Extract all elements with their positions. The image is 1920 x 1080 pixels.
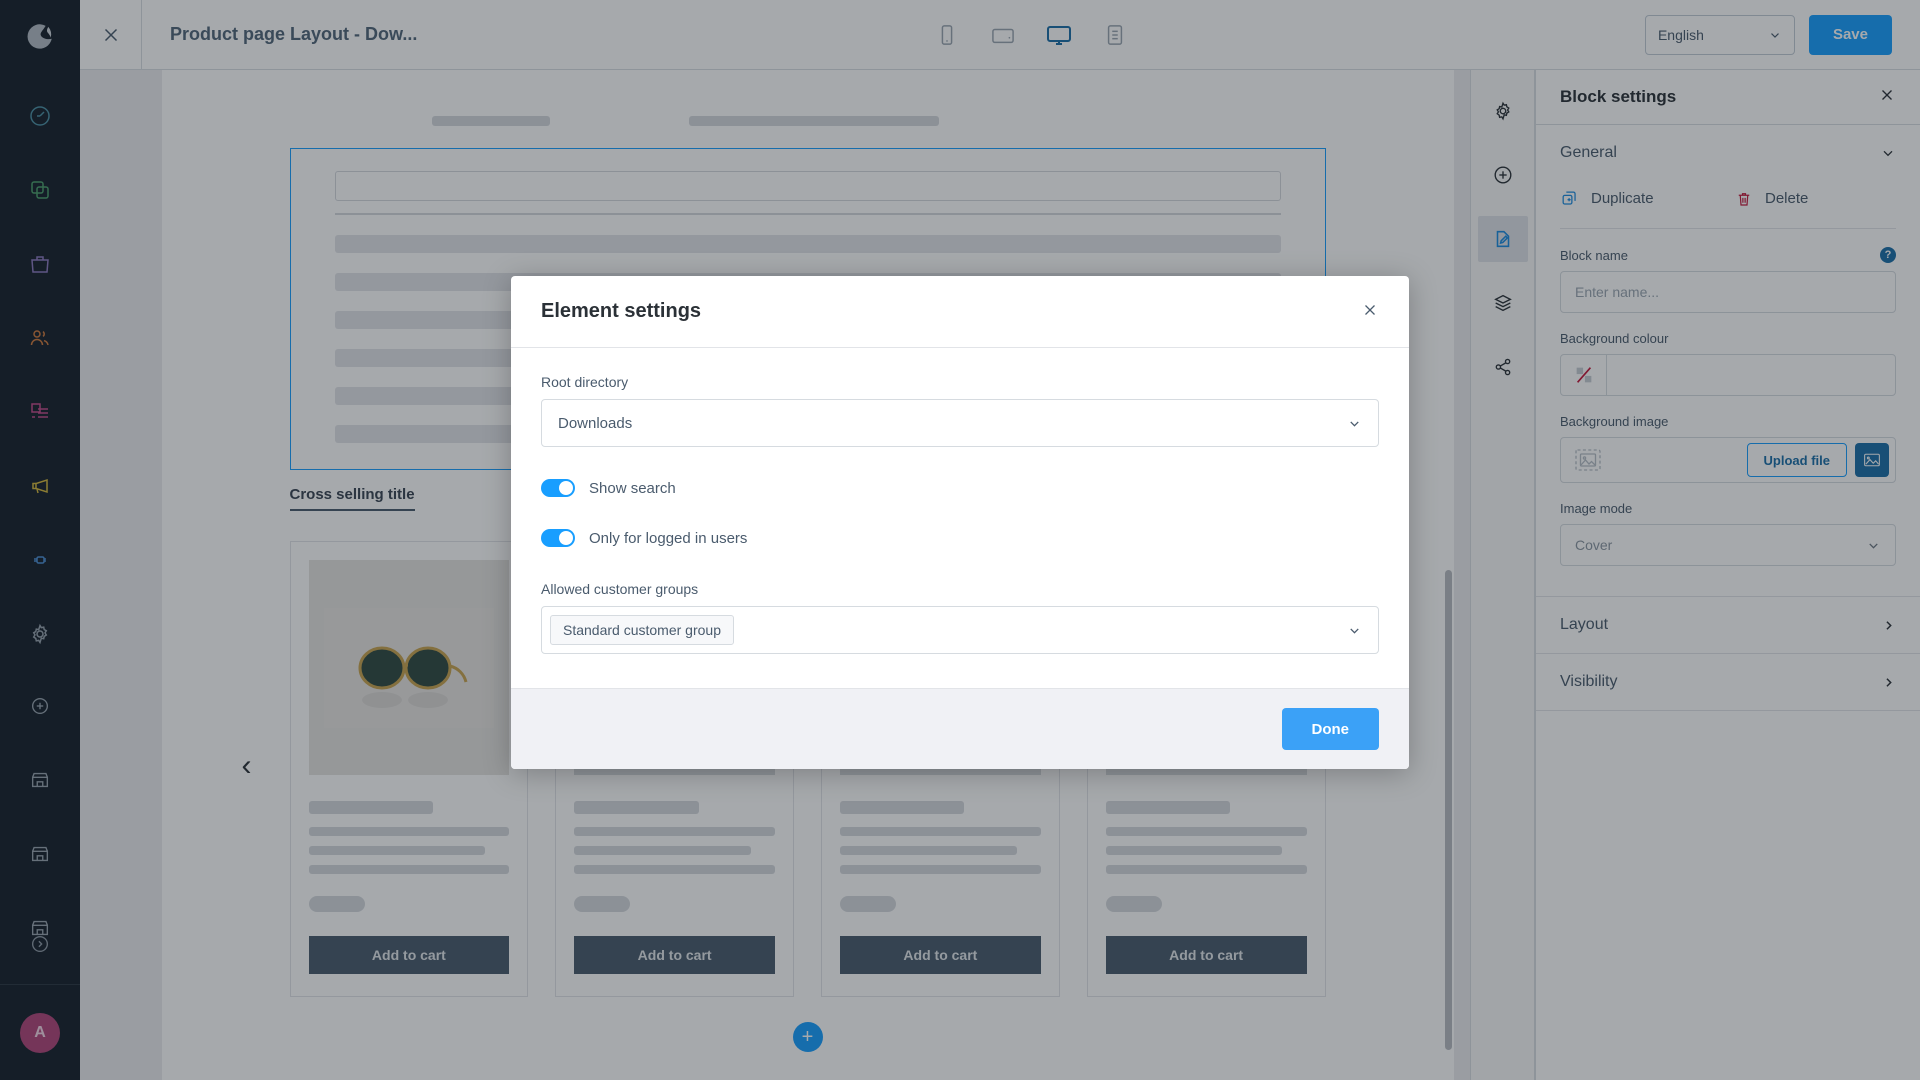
root-directory-label: Root directory xyxy=(541,374,629,390)
show-search-label: Show search xyxy=(589,479,676,497)
chevron-down-icon xyxy=(1350,420,1359,427)
modal-title: Element settings xyxy=(541,300,702,322)
modal-close-button[interactable] xyxy=(1361,301,1379,323)
allowed-customer-groups-label: Allowed customer groups xyxy=(541,581,699,597)
chevron-down-icon xyxy=(1350,627,1359,634)
only-logged-in-toggle[interactable] xyxy=(541,529,575,547)
root-directory-value: Downloads xyxy=(558,414,633,432)
only-logged-in-label: Only for logged in users xyxy=(589,529,748,547)
customer-group-tag[interactable]: Standard customer group xyxy=(550,615,734,645)
only-logged-in-row: Only for logged in users xyxy=(541,529,1379,547)
element-settings-modal: Element settings Root directory Download… xyxy=(511,276,1409,769)
root-directory-select[interactable]: Downloads xyxy=(541,399,1379,447)
modal-body: Root directory Downloads Show search Onl… xyxy=(511,348,1409,688)
app-root: A Product page Layout - Dow... English S… xyxy=(0,0,1920,1080)
toggle-knob xyxy=(559,531,573,545)
show-search-row: Show search xyxy=(541,479,1379,497)
allowed-customer-groups-field: Allowed customer groups Standard custome… xyxy=(541,581,1379,654)
allowed-customer-groups-select[interactable]: Standard customer group xyxy=(541,606,1379,654)
show-search-toggle[interactable] xyxy=(541,479,575,497)
modal-footer: Done xyxy=(511,688,1409,769)
done-button[interactable]: Done xyxy=(1281,708,1379,750)
modal-header: Element settings xyxy=(511,276,1409,348)
toggle-knob xyxy=(559,481,573,495)
